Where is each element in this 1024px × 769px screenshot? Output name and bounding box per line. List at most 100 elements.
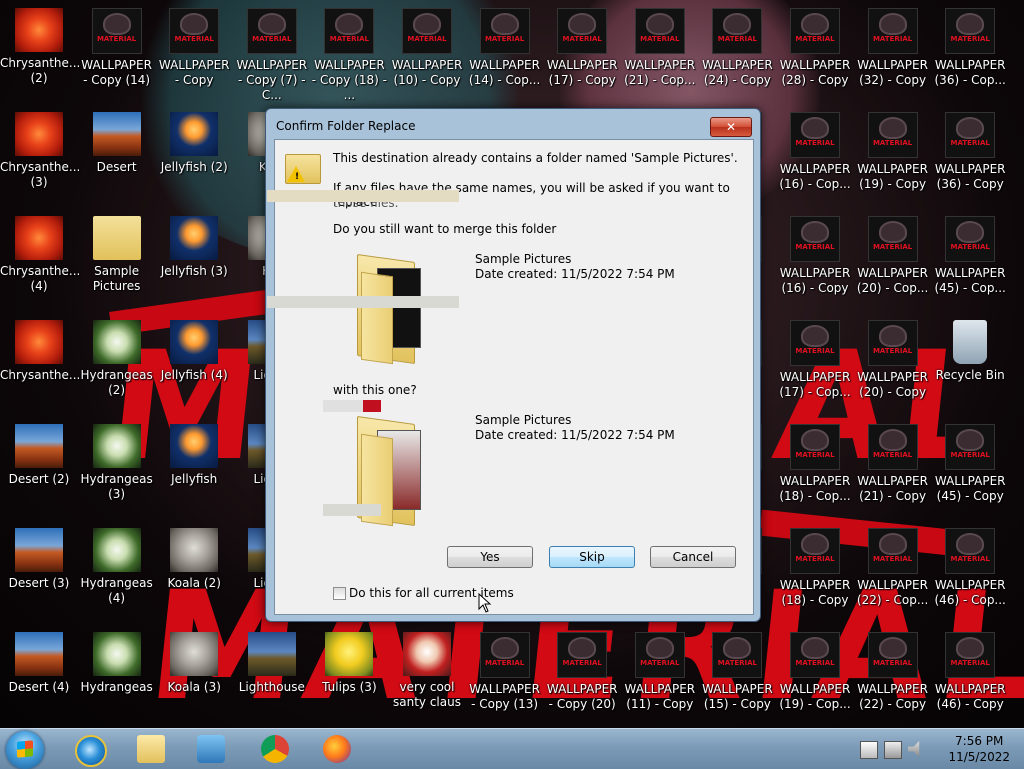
desktop-icon[interactable]: WALLPAPER - Copy (18) - ...	[310, 8, 388, 103]
desktop-icon[interactable]: Jellyfish	[155, 424, 233, 487]
desktop-icon[interactable]: Koala (2)	[155, 528, 233, 591]
desktop-icon-label: WALLPAPER (22) - Copy	[857, 682, 928, 711]
desktop-icon[interactable]: WALLPAPER (16) - Copy	[776, 216, 854, 296]
desktop-icon[interactable]: WALLPAPER (17) - Cop...	[776, 320, 854, 400]
start-button[interactable]	[6, 731, 44, 769]
desktop-icon[interactable]: Desert (3)	[0, 528, 78, 591]
desktop-icon[interactable]: Chrysanthe... (4)	[0, 216, 81, 294]
desktop-icon-label: WALLPAPER (16) - Copy	[779, 266, 851, 295]
cancel-button[interactable]: Cancel	[650, 546, 736, 568]
desktop-icon-label: WALLPAPER (15) - Copy	[702, 682, 773, 711]
media-player-icon[interactable]	[184, 731, 238, 767]
desktop-icon[interactable]: WALLPAPER (21) - Cop...	[621, 8, 699, 88]
firefox-icon[interactable]	[310, 731, 364, 767]
desktop-icon-label: Desert	[96, 160, 137, 174]
desktop-icon[interactable]: WALLPAPER (45) - Cop...	[931, 216, 1009, 296]
desktop-icon[interactable]: WALLPAPER (36) - Copy	[931, 112, 1009, 192]
wp-thumbnail-icon	[945, 632, 996, 678]
wp-thumbnail-icon	[945, 528, 996, 574]
desktop-icon[interactable]: WALLPAPER (32) - Copy	[854, 8, 932, 88]
desktop-icon[interactable]: WALLPAPER (28) - Copy	[776, 8, 854, 88]
desktop-icon[interactable]: Jellyfish (4)	[155, 320, 233, 383]
skip-button[interactable]: Skip	[549, 546, 635, 568]
desktop-icon-label: WALLPAPER (36) - Cop...	[934, 58, 1006, 87]
desktop-icon[interactable]: WALLPAPER (16) - Cop...	[776, 112, 854, 192]
wp-thumbnail-icon	[557, 632, 608, 678]
jelly-thumbnail-icon	[170, 112, 219, 156]
dialog-body: ! This destination already contains a fo…	[267, 139, 754, 615]
jelly-thumbnail-icon	[170, 216, 219, 260]
desktop-icon[interactable]: WALLPAPER (18) - Copy	[776, 528, 854, 608]
desktop-icon[interactable]: WALLPAPER (17) - Copy	[543, 8, 621, 88]
render-glitch	[323, 504, 381, 516]
desktop-icon[interactable]: Sample Pictures	[78, 216, 156, 294]
dialog-titlebar[interactable]: Confirm Folder Replace ✕	[266, 109, 760, 139]
desktop-icon[interactable]: WALLPAPER (19) - Copy	[854, 112, 932, 192]
jelly-thumbnail-icon	[170, 424, 219, 468]
wp-thumbnail-icon	[790, 424, 840, 470]
desktop-icon-label: WALLPAPER (10) - Copy	[391, 58, 463, 87]
desktop-icon[interactable]: very cool santy claus	[388, 632, 466, 710]
desktop-icon-label: Chrysanthe...	[0, 368, 81, 382]
desktop-icon-label: WALLPAPER (28) - Copy	[779, 58, 851, 87]
desktop-icon[interactable]: WALLPAPER (24) - Copy	[698, 8, 776, 88]
desktop-icon[interactable]: WALLPAPER (18) - Cop...	[776, 424, 854, 504]
desktop-icon[interactable]: Hydrangeas	[78, 632, 156, 695]
desktop-icon[interactable]: Hydrangeas (3)	[78, 424, 156, 502]
desktop-icon[interactable]: Jellyfish (3)	[155, 216, 233, 279]
yes-button[interactable]: Yes	[447, 546, 533, 568]
desktop-icon[interactable]: Hydrangeas (4)	[78, 528, 156, 606]
desktop-icon[interactable]: Desert (4)	[0, 632, 78, 695]
internet-explorer-icon[interactable]	[62, 731, 116, 767]
desktop-icon[interactable]: Jellyfish (2)	[155, 112, 233, 175]
desktop-icon[interactable]: Tulips (3)	[310, 632, 388, 695]
desktop-icon[interactable]: WALLPAPER (19) - Cop...	[776, 632, 854, 712]
desktop-icon-label: Lighthouse	[238, 680, 305, 694]
wp-thumbnail-icon	[867, 424, 918, 470]
desktop-icon[interactable]: WALLPAPER (45) - Copy	[931, 424, 1009, 504]
desktop-icon[interactable]: WALLPAPER - Copy	[155, 8, 233, 88]
desktop-icon[interactable]: Hydrangeas (2)	[78, 320, 156, 398]
action-center-icon[interactable]	[860, 741, 878, 759]
desktop-icon[interactable]: WALLPAPER - Copy (14)	[78, 8, 156, 88]
desktop-icon[interactable]: WALLPAPER (10) - Copy	[388, 8, 466, 88]
clock[interactable]: 7:56 PM 11/5/2022	[948, 733, 1010, 765]
desktop-icon[interactable]: WALLPAPER (14) - Cop...	[466, 8, 544, 88]
desktop-icon[interactable]: WALLPAPER (36) - Cop...	[931, 8, 1009, 88]
incoming-folder-name: Sample Pictures	[475, 413, 572, 427]
desktop-icon[interactable]: WALLPAPER (20) - Cop...	[854, 216, 932, 296]
desktop-icon[interactable]: Koala (3)	[155, 632, 233, 695]
desktop-icon[interactable]: WALLPAPER (11) - Copy	[621, 632, 699, 712]
desktop-icon-label: Koala (3)	[167, 680, 221, 694]
desktop-icon-label: WALLPAPER (17) - Copy	[546, 58, 618, 87]
file-explorer-icon[interactable]	[124, 731, 178, 767]
network-icon[interactable]	[884, 741, 902, 759]
desktop-icon[interactable]: Desert (2)	[0, 424, 78, 487]
desktop-icon[interactable]: Lighthouse	[233, 632, 311, 695]
desktop-icon[interactable]: WALLPAPER (46) - Cop...	[931, 528, 1009, 608]
wp-thumbnail-icon	[867, 112, 918, 158]
volume-icon[interactable]	[908, 741, 920, 757]
windows-logo-icon	[17, 740, 33, 758]
taskbar: 7:56 PM 11/5/2022	[0, 728, 1024, 769]
wp-thumbnail-icon	[91, 8, 142, 54]
desktop-icon[interactable]: WALLPAPER (22) - Cop...	[854, 528, 932, 608]
desktop-icon[interactable]: WALLPAPER - Copy (7) - C...	[233, 8, 311, 103]
desktop-icon[interactable]: Chrysanthe... (3)	[0, 112, 80, 190]
desktop-icon[interactable]: WALLPAPER (22) - Copy	[854, 632, 932, 712]
desktop-icon[interactable]: WALLPAPER (15) - Copy	[698, 632, 776, 712]
desktop-icon[interactable]: WALLPAPER - Copy (20)	[543, 632, 621, 712]
chrome-icon[interactable]	[248, 731, 302, 767]
desktop-icon[interactable]: WALLPAPER (46) - Copy	[931, 632, 1009, 712]
desktop-icon[interactable]: Chrysanthe...	[0, 320, 81, 383]
desktop-icon[interactable]: WALLPAPER - Copy (13)	[466, 632, 544, 712]
desktop-icon-label: Desert (4)	[8, 680, 70, 694]
apply-to-all-checkbox[interactable]	[333, 587, 346, 600]
desktop-icon[interactable]: Recycle Bin	[931, 320, 1009, 383]
desktop-icon[interactable]: WALLPAPER (20) - Copy	[854, 320, 932, 400]
close-button[interactable]: ✕	[710, 117, 752, 137]
desktop-icon[interactable]: Desert	[78, 112, 156, 175]
desktop-icon[interactable]: WALLPAPER (21) - Copy	[854, 424, 932, 504]
desktop-icon-label: Chrysanthe... (4)	[0, 264, 81, 293]
desktop-icon[interactable]: Chrysanthe... (2)	[0, 8, 80, 86]
